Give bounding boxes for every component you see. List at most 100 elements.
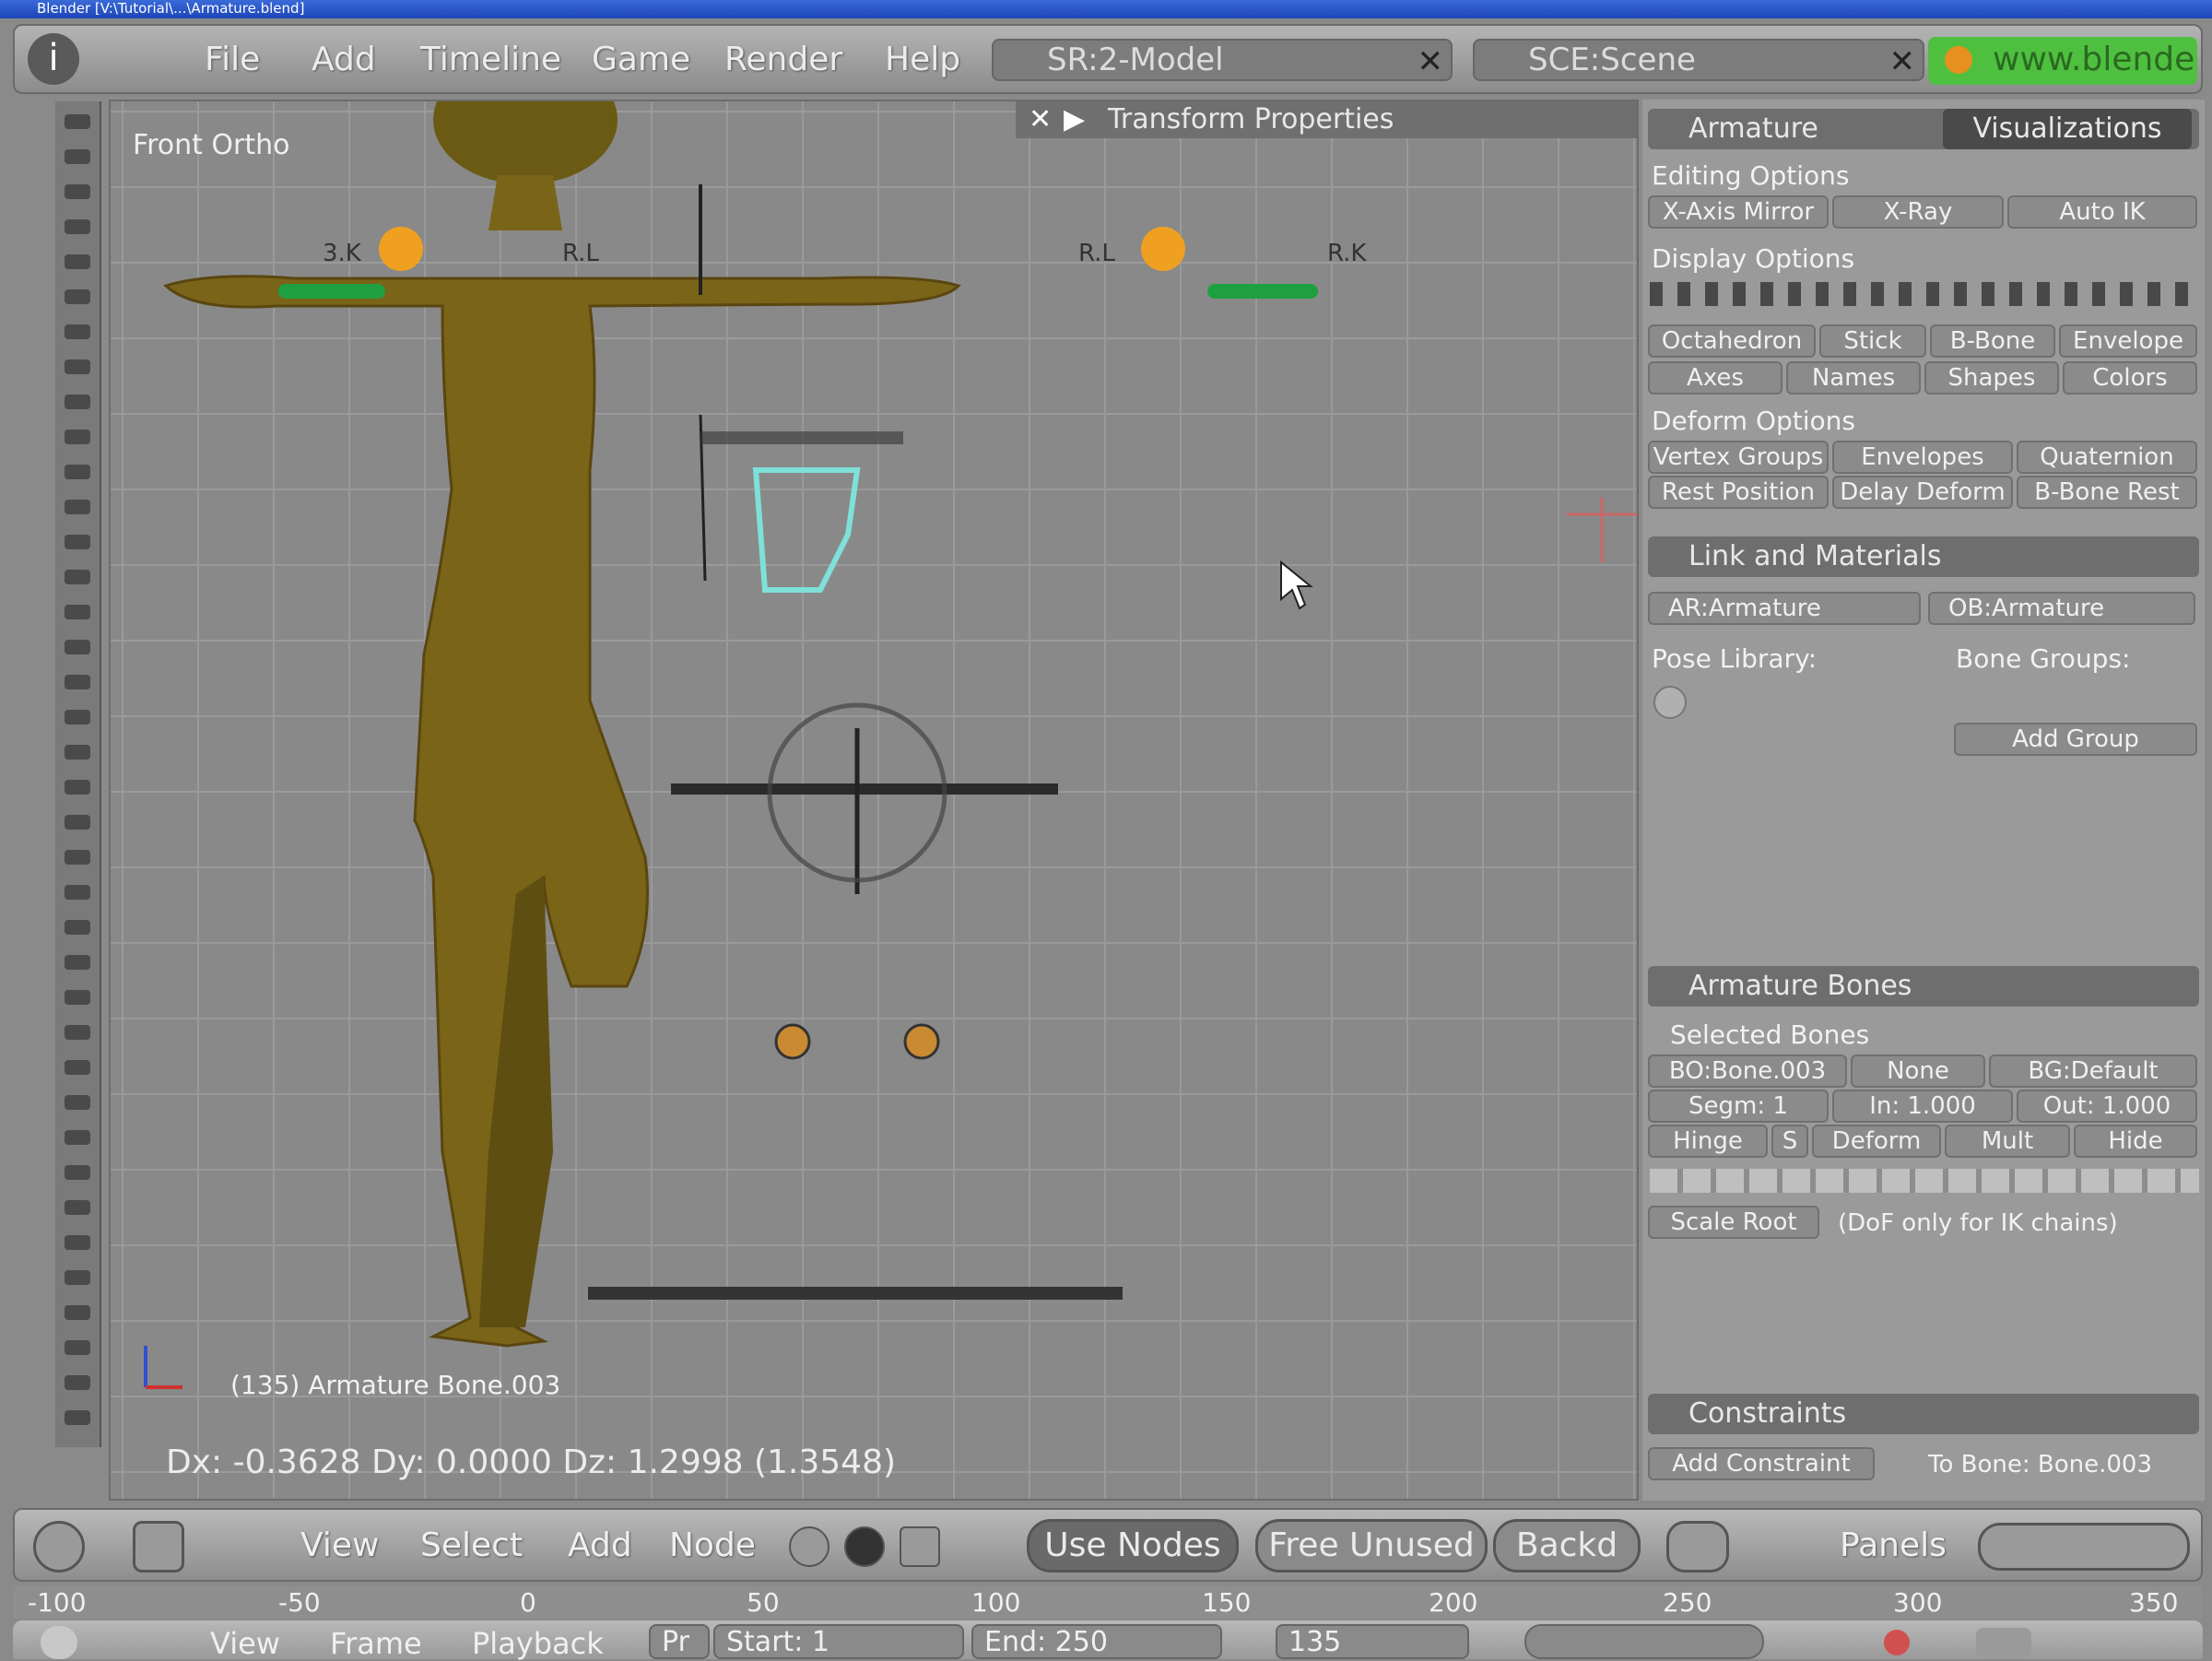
bone-layer-buttons[interactable] <box>1650 1169 2199 1193</box>
toolbar-grip-icon <box>65 1410 90 1425</box>
quaternion-button[interactable]: Quaternion <box>2017 441 2197 474</box>
constraints-header[interactable]: Constraints <box>1648 1394 2199 1434</box>
vertex-groups-button[interactable]: Vertex Groups <box>1648 441 1829 474</box>
toolbar-grip-icon <box>65 149 90 164</box>
blender-logo-icon <box>1945 46 1972 74</box>
b-bone-rest-button[interactable]: B-Bone Rest <box>2017 476 2197 509</box>
menu-game[interactable]: Game <box>592 41 690 78</box>
record-icon[interactable] <box>1884 1630 1910 1655</box>
armature-panel-header[interactable]: Armature Visualizations <box>1648 109 2199 149</box>
menu-view[interactable]: View <box>300 1526 379 1564</box>
menu-add[interactable]: Add <box>568 1526 632 1564</box>
armature-bones-header[interactable]: Armature Bones <box>1648 966 2199 1007</box>
segments-field[interactable]: Segm: 1 <box>1648 1090 1829 1123</box>
website-button[interactable]: www.blender <box>1928 37 2197 85</box>
stick-button[interactable]: Stick <box>1819 324 1926 358</box>
end-frame-field[interactable]: End: 250 <box>971 1624 1222 1659</box>
b-bone-button[interactable]: B-Bone <box>1930 324 2055 358</box>
ruler-label: 300 <box>1893 1587 1943 1618</box>
timeline-menu-frame[interactable]: Frame <box>330 1626 422 1661</box>
object-name-field[interactable]: OB:Armature <box>1928 592 2195 625</box>
window-title-bar: Blender [V:\Tutorial\...\Armature.blend] <box>0 0 2212 18</box>
axes-button[interactable]: Axes <box>1648 361 1783 395</box>
bone-layer-buttons[interactable] <box>1650 282 2199 306</box>
s-button[interactable]: S <box>1771 1125 1808 1158</box>
ruler-label: 100 <box>971 1587 1021 1618</box>
x-axis-mirror-button[interactable]: X-Axis Mirror <box>1648 195 1829 229</box>
menu-timeline[interactable]: Timeline <box>420 41 561 78</box>
deform-button[interactable]: Deform <box>1812 1125 1941 1158</box>
pose-library-selector-icon[interactable] <box>1653 686 1687 719</box>
link-materials-header[interactable]: Link and Materials <box>1648 536 2199 577</box>
menu-add[interactable]: Add <box>312 41 376 78</box>
3d-viewport[interactable]: Front Ortho ✕ ▶ Transform Properties 3.K… <box>109 100 1639 1501</box>
toolbar-grip-icon <box>65 745 90 760</box>
menu-render[interactable]: Render <box>724 41 842 78</box>
screen-name: SR:2-Model <box>1047 41 1224 78</box>
scene-selector[interactable]: SCE:Scene ✕ <box>1473 39 1924 81</box>
dof-note: (DoF only for IK chains) <box>1838 1209 2118 1237</box>
ruler-label: -50 <box>278 1587 321 1618</box>
frame-ruler[interactable]: -100 -50 0 50 100 150 200 250 300 350 <box>13 1585 2203 1619</box>
envelope-button[interactable]: Envelope <box>2059 324 2197 358</box>
playback-controls[interactable] <box>1524 1624 1764 1659</box>
hinge-button[interactable]: Hinge <box>1648 1125 1768 1158</box>
menu-select[interactable]: Select <box>420 1526 523 1564</box>
rest-position-button[interactable]: Rest Position <box>1648 476 1829 509</box>
free-unused-button[interactable]: Free Unused <box>1255 1519 1488 1573</box>
x-ray-button[interactable]: X-Ray <box>1832 195 2004 229</box>
octahedron-button[interactable]: Octahedron <box>1648 324 1816 358</box>
in-field[interactable]: In: 1.000 <box>1832 1090 2013 1123</box>
shader-nodes-icon[interactable] <box>789 1526 830 1567</box>
toolbar-grip-icon <box>65 430 90 444</box>
add-constraint-button[interactable]: Add Constraint <box>1648 1447 1875 1480</box>
hide-button[interactable]: Hide <box>2074 1125 2197 1158</box>
panels-menu[interactable]: Panels <box>1840 1526 1947 1564</box>
tab-visualizations[interactable]: Visualizations <box>1943 109 2192 149</box>
node-editor-type-icon[interactable] <box>133 1521 184 1573</box>
editor-type-icon[interactable] <box>33 1521 85 1573</box>
shapes-button[interactable]: Shapes <box>1924 361 2059 395</box>
screen-selector[interactable]: SR:2-Model ✕ <box>992 39 1453 81</box>
bone-name-field[interactable]: BO:Bone.003 <box>1648 1054 1847 1088</box>
selected-bones-label: Selected Bones <box>1670 1019 1870 1050</box>
timeline-editor-icon[interactable] <box>41 1626 77 1659</box>
timeline-menu-view[interactable]: View <box>210 1626 280 1661</box>
texture-nodes-icon[interactable] <box>900 1526 940 1567</box>
menu-help[interactable]: Help <box>885 41 960 78</box>
names-button[interactable]: Names <box>1786 361 1921 395</box>
current-frame-field[interactable]: 135 <box>1276 1624 1469 1659</box>
timeline-menu-playback[interactable]: Playback <box>472 1626 604 1661</box>
info-icon[interactable]: i <box>28 33 79 85</box>
armature-data-field[interactable]: AR:Armature <box>1648 592 1921 625</box>
envelopes-button[interactable]: Envelopes <box>1832 441 2013 474</box>
keying-icon[interactable] <box>1976 1628 2031 1657</box>
website-label: www.blender <box>1993 41 2197 78</box>
buttons-window-icon[interactable] <box>1666 1521 1729 1573</box>
bone-group-field[interactable]: BG:Default <box>1989 1054 2197 1088</box>
toolbar-grip-icon <box>65 1200 90 1215</box>
colors-button[interactable]: Colors <box>2063 361 2197 395</box>
child-of-field[interactable]: None <box>1851 1054 1985 1088</box>
active-object-label: (135) Armature Bone.003 <box>230 1370 561 1400</box>
toolbar-grip-icon <box>65 114 90 129</box>
composite-nodes-icon[interactable] <box>844 1526 885 1567</box>
bone-label: R.L <box>1078 240 1115 267</box>
menu-node[interactable]: Node <box>669 1526 756 1564</box>
backdrop-button[interactable]: Backd <box>1493 1519 1641 1573</box>
add-group-button[interactable]: Add Group <box>1954 723 2197 756</box>
axis-gizmo-icon <box>144 1346 182 1389</box>
close-icon[interactable]: ✕ <box>1889 42 1916 79</box>
close-icon[interactable]: ✕ <box>1418 42 1444 79</box>
delay-deform-button[interactable]: Delay Deform <box>1832 476 2013 509</box>
tab-armature[interactable]: Armature <box>1688 112 1818 145</box>
scale-root-button[interactable]: Scale Root <box>1648 1206 1819 1239</box>
auto-ik-button[interactable]: Auto IK <box>2007 195 2197 229</box>
preview-range-button[interactable]: Pr <box>649 1624 710 1659</box>
mult-button[interactable]: Mult <box>1945 1125 2070 1158</box>
start-frame-field[interactable]: Start: 1 <box>713 1624 964 1659</box>
menu-file[interactable]: File <box>205 41 260 78</box>
panel-context-icons[interactable] <box>1978 1523 2190 1571</box>
out-field[interactable]: Out: 1.000 <box>2017 1090 2197 1123</box>
use-nodes-button[interactable]: Use Nodes <box>1027 1519 1239 1573</box>
